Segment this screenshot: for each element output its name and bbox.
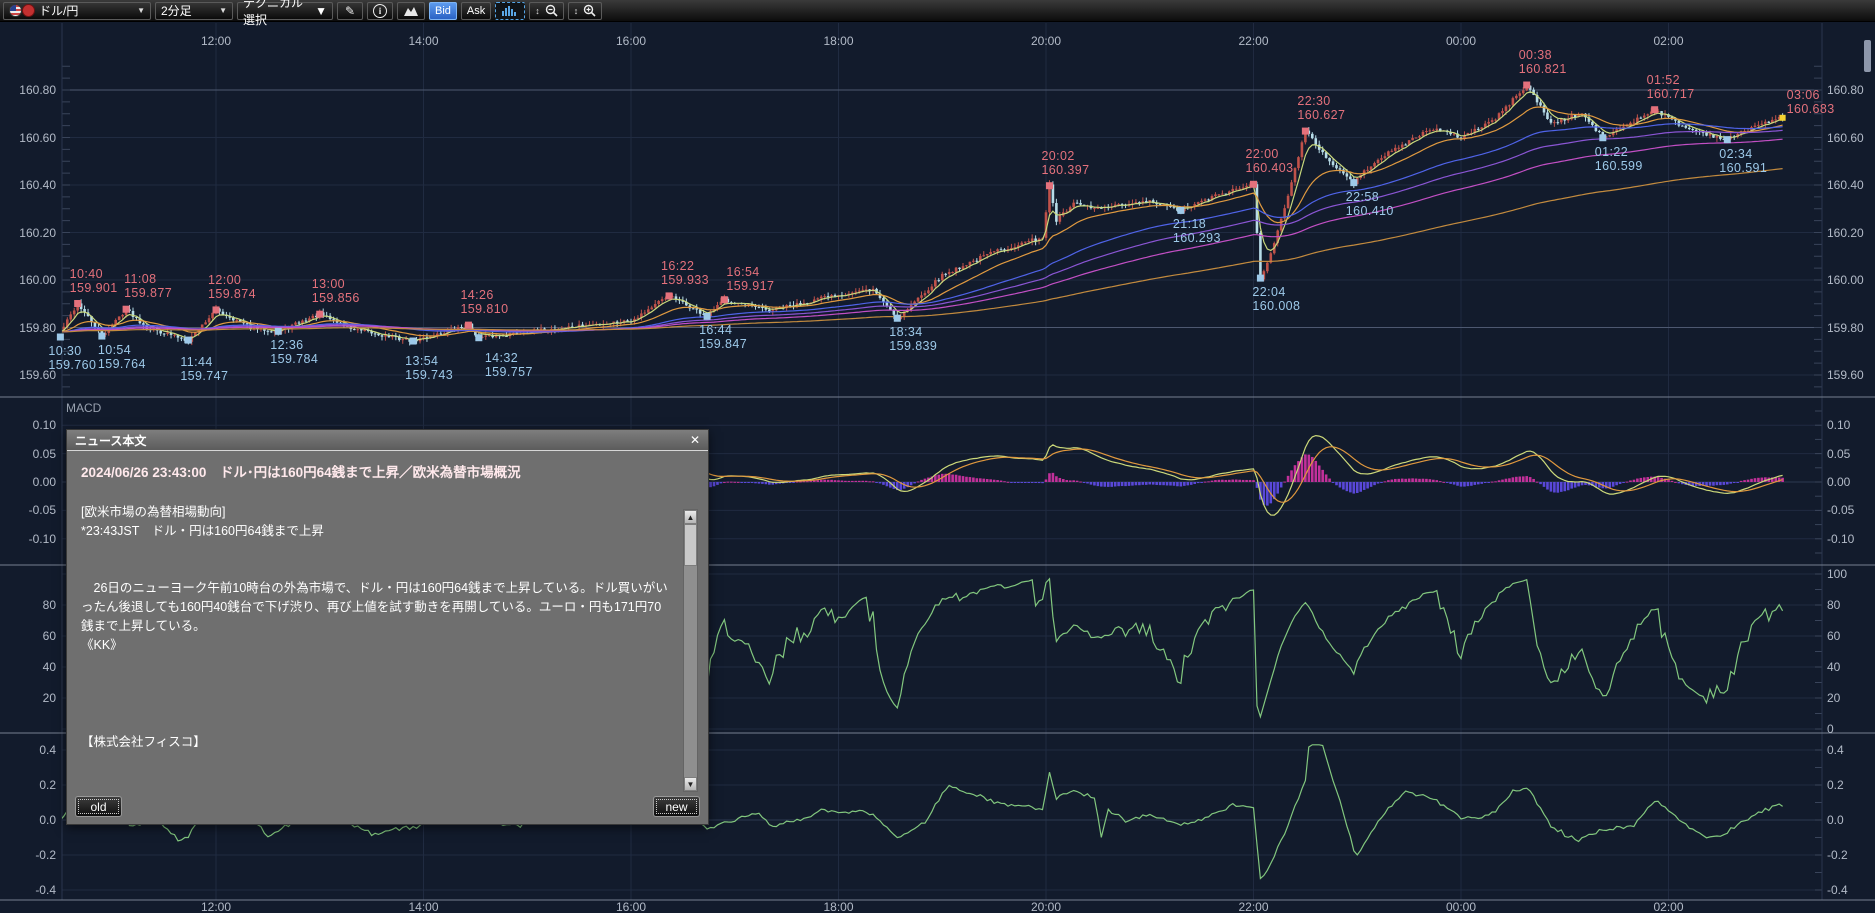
- scroll-thumb[interactable]: [684, 524, 697, 566]
- zoom-in-button[interactable]: ↕: [568, 2, 603, 20]
- histogram-view-button[interactable]: [495, 2, 525, 20]
- mountain-icon: [403, 5, 419, 17]
- bid-button[interactable]: Bid: [429, 2, 457, 20]
- chevron-down-icon: ▼: [219, 6, 227, 15]
- us-flag-icon: [9, 4, 22, 17]
- new-button[interactable]: new: [653, 796, 700, 817]
- news-line: 《KK》: [81, 636, 672, 655]
- ask-label: Ask: [467, 5, 485, 17]
- updown-arrow-icon: ↕: [535, 6, 540, 16]
- news-footer: 【株式会社フィスコ】: [81, 731, 694, 750]
- news-body-text: [欧米市場の為替相場動向]*23:43JST ドル・円は160円64銭まで上昇 …: [81, 503, 672, 655]
- timeframe-select[interactable]: 2分足 ▼: [155, 2, 233, 20]
- news-line: [81, 560, 672, 579]
- chart-style-button[interactable]: [397, 2, 425, 20]
- technical-select-button[interactable]: テクニカル選択 ▼: [237, 2, 333, 20]
- chevron-down-icon: ▼: [315, 4, 327, 18]
- info-button[interactable]: i: [367, 2, 393, 20]
- toolbar: ドル/円 ▼ 2分足 ▼ テクニカル選択 ▼ ✎ i Bid Ask ↕ ↕: [0, 0, 1875, 22]
- timeframe-label: 2分足: [161, 2, 192, 19]
- news-line: [欧米市場の為替相場動向]: [81, 503, 672, 522]
- updown-arrow-icon: ↕: [574, 6, 579, 16]
- chart-scrollbar-thumb[interactable]: [1864, 40, 1871, 72]
- news-dialog-title: ニュース本文: [75, 432, 146, 449]
- close-icon[interactable]: ✕: [690, 433, 700, 447]
- scroll-up-button[interactable]: ▲: [684, 510, 697, 524]
- japan-flag-icon: [22, 4, 35, 17]
- news-line: *23:43JST ドル・円は160円64銭まで上昇: [81, 522, 672, 541]
- ask-button[interactable]: Ask: [461, 2, 491, 20]
- currency-pair-select[interactable]: ドル/円 ▼: [3, 2, 151, 20]
- chevron-down-icon: ▼: [137, 6, 145, 15]
- draw-tool-button[interactable]: ✎: [337, 2, 363, 20]
- currency-pair-label: ドル/円: [39, 2, 78, 19]
- info-icon: i: [373, 4, 387, 18]
- news-headline: 2024/06/26 23:43:00 ドル･円は160円64銭まで上昇／欧米為…: [81, 461, 694, 481]
- news-line: [81, 541, 672, 560]
- news-dialog-titlebar[interactable]: ニュース本文 ✕: [67, 430, 708, 451]
- zoom-out-icon: [545, 4, 558, 17]
- histogram-icon: [501, 5, 519, 17]
- zoom-out-button[interactable]: ↕: [529, 2, 564, 20]
- news-line: 26日のニューヨーク午前10時台の外為市場で、ドル・円は160円64銭まで上昇し…: [81, 579, 672, 636]
- technical-select-label: テクニカル選択: [243, 0, 311, 28]
- pencil-icon: ✎: [345, 5, 355, 17]
- old-button[interactable]: old: [75, 796, 122, 817]
- news-scrollbar[interactable]: ▲ ▼: [683, 509, 698, 792]
- zoom-in-icon: [583, 4, 596, 17]
- news-dialog: ニュース本文 ✕ 2024/06/26 23:43:00 ドル･円は160円64…: [66, 429, 709, 825]
- bid-label: Bid: [435, 5, 451, 17]
- scroll-down-button[interactable]: ▼: [684, 777, 697, 791]
